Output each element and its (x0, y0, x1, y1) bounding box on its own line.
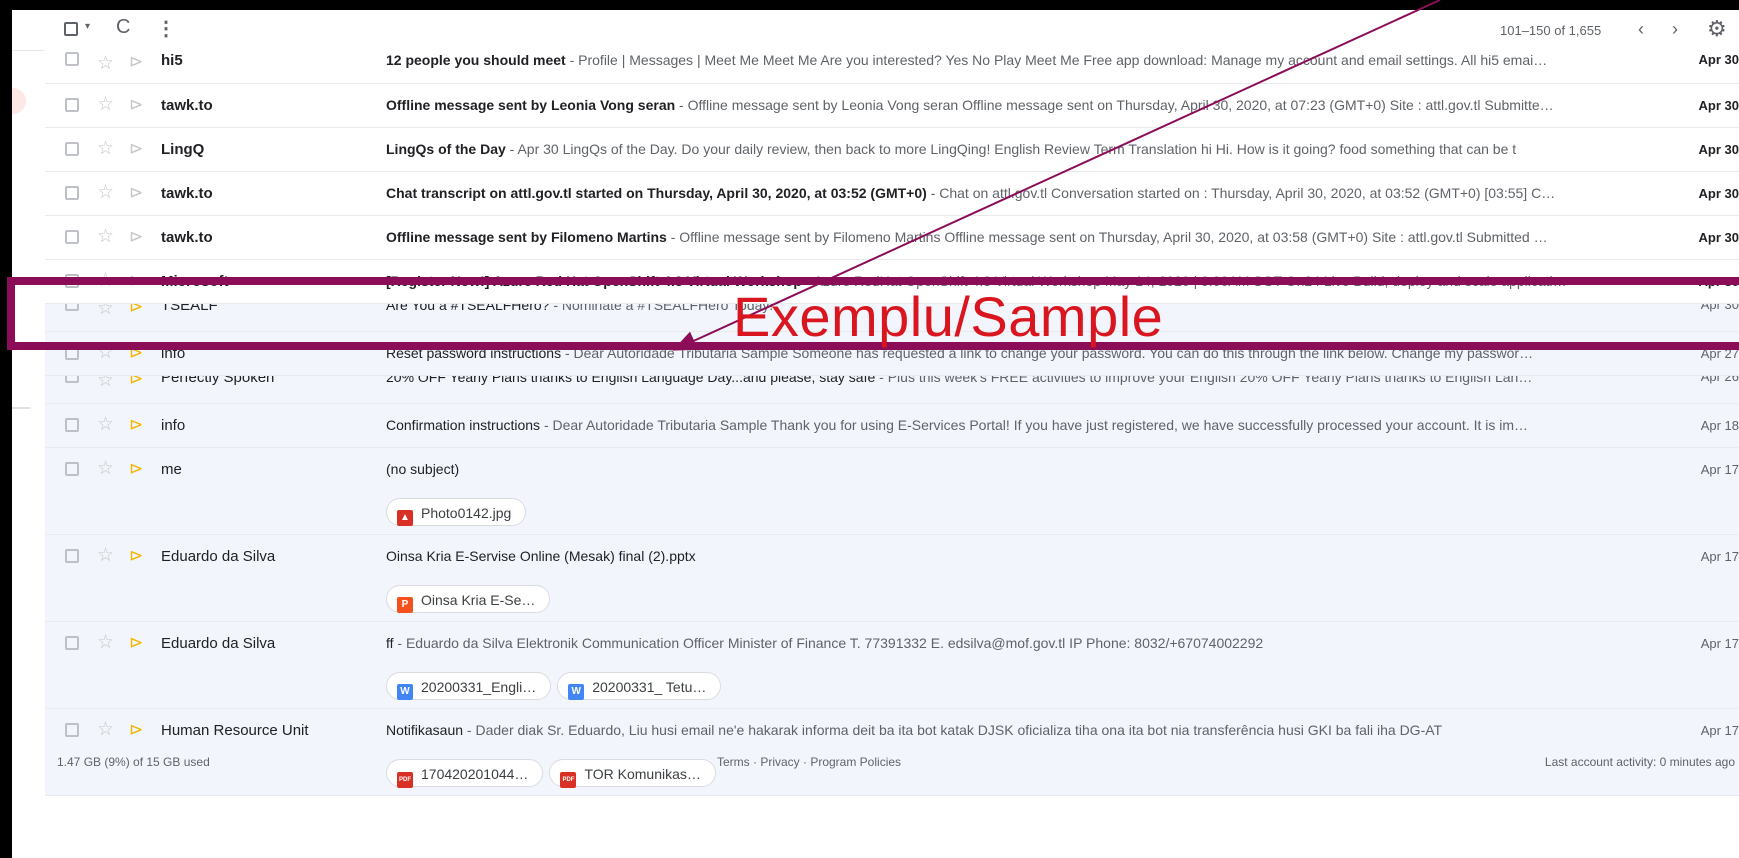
annotation-arrow (672, 0, 1441, 351)
watermark-label: Exemplu/Sample (733, 285, 1164, 348)
